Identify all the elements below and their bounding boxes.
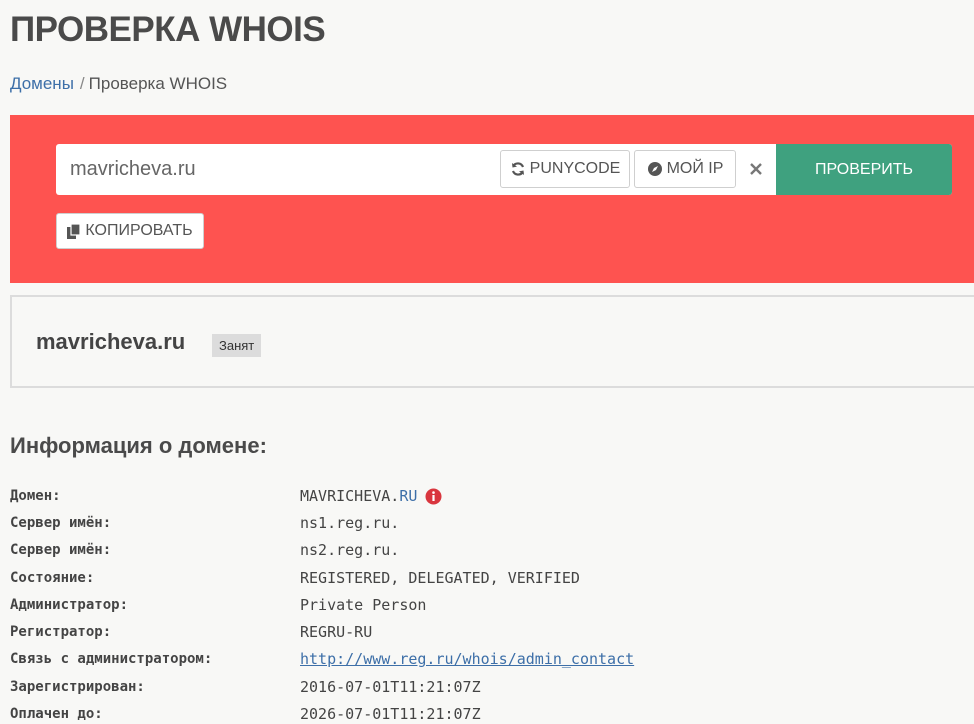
info-value: ns2.reg.ru. xyxy=(300,541,400,560)
info-row-domain: Домен: MAVRICHEVA.RU xyxy=(10,482,634,509)
copy-icon xyxy=(67,223,82,239)
search-bar: PUNYCODE МОЙ IP ПРОВЕРИТЬ xyxy=(56,144,952,195)
breadcrumb-current: Проверка WHOIS xyxy=(88,74,228,93)
info-label: Зарегистрирован: xyxy=(10,678,145,695)
info-value: Private Person xyxy=(300,595,427,614)
result-domain: mavricheva.ru xyxy=(36,329,186,354)
info-row-nameserver-2: Сервер имён: ns2.reg.ru. xyxy=(10,537,634,564)
my-ip-label: МОЙ IP xyxy=(666,160,724,177)
info-row-admin-contact: Связь с администратором: http://www.reg.… xyxy=(10,646,634,673)
breadcrumb-separator: / xyxy=(79,74,85,93)
copy-label: КОПИРОВАТЬ xyxy=(85,222,193,239)
domain-zone-link[interactable]: RU xyxy=(399,487,417,505)
close-icon xyxy=(750,163,762,175)
search-panel: PUNYCODE МОЙ IP ПРОВЕРИТЬ КОПИРОВАТЬ xyxy=(10,115,974,283)
my-ip-button[interactable]: МОЙ IP xyxy=(634,150,736,188)
info-label: Сервер имён: xyxy=(10,514,112,531)
copy-button[interactable]: КОПИРОВАТЬ xyxy=(56,213,204,249)
compass-icon xyxy=(647,162,662,176)
info-row-paid-till: Оплачен до: 2026-07-01T11:21:07Z xyxy=(10,700,634,724)
domain-search-input[interactable] xyxy=(56,144,496,195)
info-value-domain: MAVRICHEVA.RU xyxy=(300,487,442,505)
info-row-state: Состояние: REGISTERED, DELEGATED, VERIFI… xyxy=(10,564,634,591)
info-row-registered: Зарегистрирован: 2016-07-01T11:21:07Z xyxy=(10,673,634,700)
domain-info-title: Информация о домене: xyxy=(10,433,267,458)
admin-contact-link[interactable]: http://www.reg.ru/whois/admin_contact xyxy=(300,650,634,668)
info-label: Регистратор: xyxy=(10,624,112,641)
refresh-icon xyxy=(511,162,524,176)
info-label: Состояние: xyxy=(10,569,95,586)
info-label: Домен: xyxy=(10,487,61,504)
result-box: mavricheva.ru Занят xyxy=(10,295,974,388)
info-value: 2026-07-01T11:21:07Z xyxy=(300,705,481,724)
info-row-registrar: Регистратор: REGRU-RU xyxy=(10,618,634,645)
info-value: 2016-07-01T11:21:07Z xyxy=(300,677,481,696)
info-value: REGISTERED, DELEGATED, VERIFIED xyxy=(300,568,580,587)
punycode-label: PUNYCODE xyxy=(529,160,621,177)
punycode-button[interactable]: PUNYCODE xyxy=(500,150,630,188)
info-icon[interactable] xyxy=(425,488,442,505)
info-label: Связь с администратором: xyxy=(10,651,213,668)
info-label: Администратор: xyxy=(10,596,129,613)
info-label: Оплачен до: xyxy=(10,706,103,723)
breadcrumb-link-domains[interactable]: Домены xyxy=(10,74,74,93)
info-row-admin: Администратор: Private Person xyxy=(10,591,634,618)
info-row-nameserver-1: Сервер имён: ns1.reg.ru. xyxy=(10,509,634,536)
status-badge: Занят xyxy=(212,334,262,357)
domain-name-text: MAVRICHEVA. xyxy=(300,486,400,505)
check-button[interactable]: ПРОВЕРИТЬ xyxy=(776,144,952,195)
page-title: ПРОВЕРКА WHOIS xyxy=(10,10,326,49)
clear-button[interactable] xyxy=(740,150,772,188)
info-value: ns1.reg.ru. xyxy=(300,513,400,532)
info-label: Сервер имён: xyxy=(10,542,112,559)
info-value: REGRU-RU xyxy=(300,623,373,642)
domain-info-table: Домен: MAVRICHEVA.RU Сервер имён: ns1.re… xyxy=(10,482,634,724)
breadcrumb: Домены / Проверка WHOIS xyxy=(10,74,227,94)
